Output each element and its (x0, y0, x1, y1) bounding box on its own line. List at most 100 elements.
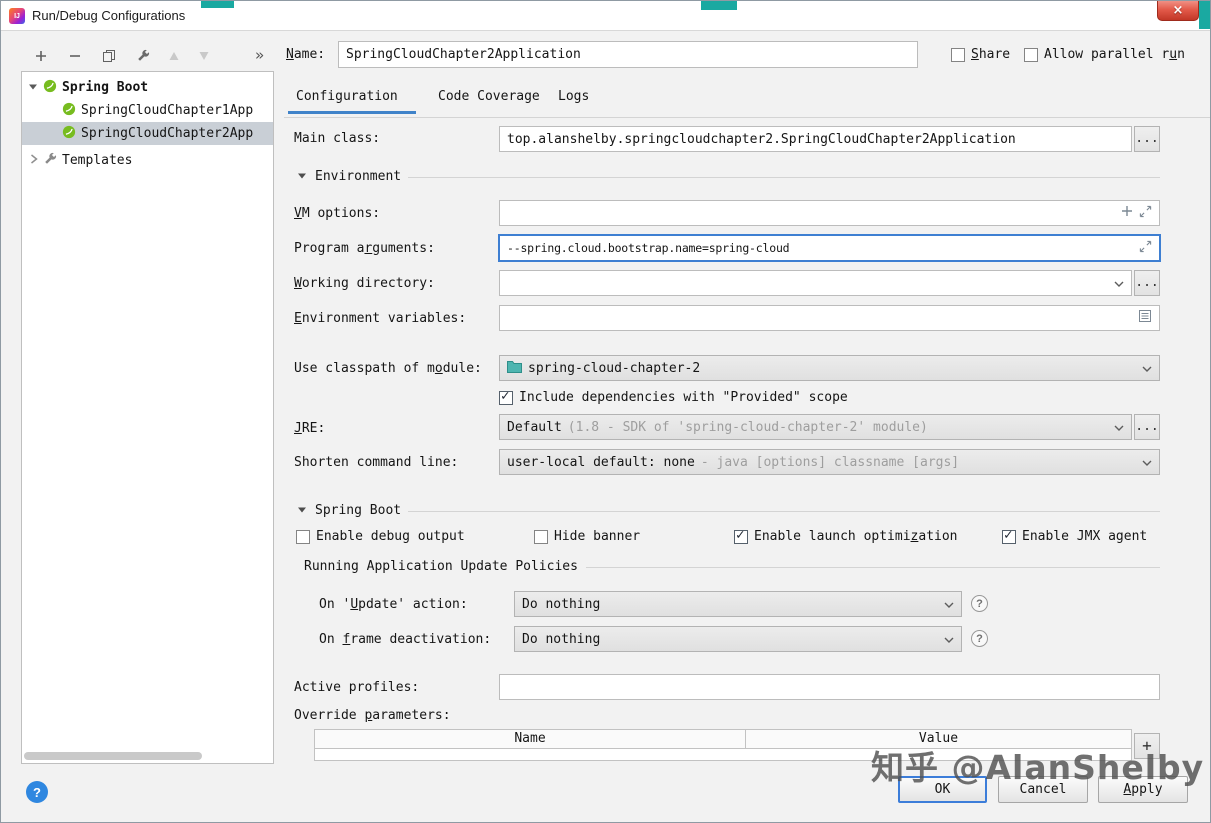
shorten-hint: - java [options] classname [args] (701, 455, 1136, 470)
environment-section-label: Environment (315, 169, 401, 184)
main-class-input[interactable]: top.alanshelby.springcloudchapter2.Sprin… (499, 126, 1132, 152)
update-policies-title: Running Application Update Policies (304, 559, 578, 575)
vm-options-input[interactable] (499, 200, 1160, 226)
active-profiles-input[interactable] (499, 674, 1160, 700)
environment-variables-input[interactable] (499, 305, 1160, 331)
add-configuration-button[interactable] (31, 46, 51, 66)
shorten-command-line-combobox[interactable]: user-local default: none - java [options… (499, 449, 1160, 475)
vm-options-label: VM options: (294, 206, 380, 222)
spring-boot-icon (62, 125, 76, 143)
program-arguments-value: --spring.cloud.bootstrap.name=spring-clo… (507, 241, 1133, 255)
spring-boot-icon (62, 102, 76, 120)
tree-item-label: Spring Boot (62, 80, 148, 95)
main-class-value: top.alanshelby.springcloudchapter2.Sprin… (507, 132, 1016, 147)
tab-logs[interactable]: Logs (558, 89, 589, 104)
working-directory-combobox[interactable] (499, 270, 1132, 296)
desktop-artifact (201, 1, 234, 8)
tree-item-label: Templates (62, 153, 132, 168)
checkbox-icon (951, 48, 965, 62)
collapse-arrow-icon[interactable] (30, 153, 38, 168)
program-arguments-input[interactable]: --spring.cloud.bootstrap.name=spring-clo… (498, 234, 1161, 262)
window-titlebar: IJ Run/Debug Configurations × (1, 1, 1211, 31)
remove-configuration-button[interactable] (65, 46, 85, 66)
checkbox-icon (534, 530, 548, 544)
close-button[interactable]: × (1157, 1, 1199, 21)
active-profiles-label: Active profiles: (294, 680, 419, 696)
chevron-down-icon[interactable] (1142, 361, 1152, 376)
allow-parallel-run-checkbox[interactable]: Allow parallel run (1024, 47, 1185, 62)
allow-parallel-run-label: Allow parallel run (1044, 47, 1185, 62)
program-arguments-label: Program arguments: (294, 241, 435, 257)
enable-jmx-agent-checkbox[interactable]: Enable JMX agent (1002, 529, 1147, 544)
checkbox-icon (1002, 530, 1016, 544)
watermark: 知乎 @AlanShelby (871, 741, 1204, 789)
enable-jmx-agent-label: Enable JMX agent (1022, 529, 1147, 544)
chevron-down-icon[interactable] (944, 597, 954, 612)
main-class-label: Main class: (294, 131, 380, 147)
jre-browse-button[interactable]: ... (1134, 414, 1160, 440)
name-input[interactable]: SpringCloudChapter2Application (338, 41, 918, 68)
config-tree: Spring Boot SpringCloudChapter1App Sprin… (21, 71, 274, 764)
main-class-browse-button[interactable]: ... (1134, 126, 1160, 152)
table-header-name[interactable]: Name (315, 730, 746, 748)
jre-value: Default (507, 420, 562, 435)
expand-arrow-icon[interactable] (28, 80, 38, 95)
desktop-artifact (701, 1, 737, 10)
tree-item-chapter2[interactable]: SpringCloudChapter2App (22, 122, 273, 145)
spring-boot-section-toggle[interactable]: Spring Boot (297, 503, 401, 518)
share-checkbox[interactable]: Share (951, 47, 1010, 62)
jre-label: JRE: (294, 421, 325, 437)
hide-banner-label: Hide banner (554, 529, 640, 544)
classpath-module-label: Use classpath of module: (294, 361, 482, 377)
enable-debug-output-checkbox[interactable]: Enable debug output (296, 529, 465, 544)
provided-scope-checkbox[interactable]: Include dependencies with "Provided" sco… (499, 390, 848, 405)
expand-icon[interactable] (1139, 205, 1152, 222)
on-update-action-select[interactable]: Do nothing (514, 591, 962, 617)
on-update-action-value: Do nothing (522, 597, 938, 612)
tree-horizontal-scrollbar[interactable] (24, 752, 202, 760)
checkbox-icon (1024, 48, 1038, 62)
tree-item-label: SpringCloudChapter2App (81, 126, 253, 141)
tab-code-coverage[interactable]: Code Coverage (438, 89, 540, 104)
share-label: Share (971, 47, 1010, 62)
enable-launch-optimization-label: Enable launch optimization (754, 529, 958, 544)
checkbox-icon (296, 530, 310, 544)
chevron-down-icon[interactable] (1142, 455, 1152, 470)
tab-configuration[interactable]: Configuration (296, 89, 398, 104)
help-button[interactable]: ? (26, 781, 48, 803)
copy-configuration-button[interactable] (99, 46, 119, 66)
move-down-button[interactable] (194, 46, 214, 66)
module-combobox[interactable]: spring-cloud-chapter-2 (499, 355, 1160, 381)
tree-item-spring-boot[interactable]: Spring Boot (22, 76, 273, 99)
browse-variables-icon[interactable] (1138, 309, 1152, 327)
jre-combobox[interactable]: Default (1.8 - SDK of 'spring-cloud-chap… (499, 414, 1132, 440)
checkbox-icon (734, 530, 748, 544)
add-icon[interactable] (1121, 205, 1133, 221)
checkbox-icon (499, 391, 513, 405)
on-frame-deactivation-select[interactable]: Do nothing (514, 626, 962, 652)
section-rule (586, 567, 1160, 568)
templates-icon (43, 152, 57, 170)
expand-icon[interactable] (1139, 240, 1152, 257)
enable-launch-optimization-checkbox[interactable]: Enable launch optimization (734, 529, 958, 544)
toolbar-overflow-button[interactable]: » (255, 46, 264, 64)
chevron-down-icon[interactable] (944, 632, 954, 647)
tree-item-templates[interactable]: Templates (22, 149, 273, 172)
shorten-value: user-local default: none (507, 455, 695, 470)
on-update-action-label: On 'Update' action: (319, 597, 468, 613)
enable-debug-output-label: Enable debug output (316, 529, 465, 544)
hide-banner-checkbox[interactable]: Hide banner (534, 529, 640, 544)
working-directory-browse-button[interactable]: ... (1134, 270, 1160, 296)
move-up-button[interactable] (164, 46, 184, 66)
on-update-help-icon[interactable]: ? (971, 595, 988, 612)
module-value: spring-cloud-chapter-2 (528, 361, 1136, 376)
name-label: Name: (286, 47, 325, 63)
name-value: SpringCloudChapter2Application (346, 47, 581, 62)
environment-section-toggle[interactable]: Environment (297, 169, 401, 184)
section-collapse-icon (297, 169, 307, 184)
edit-templates-button[interactable] (133, 46, 153, 66)
on-frame-help-icon[interactable]: ? (971, 630, 988, 647)
chevron-down-icon[interactable] (1114, 276, 1124, 291)
tree-item-chapter1[interactable]: SpringCloudChapter1App (22, 99, 273, 122)
chevron-down-icon[interactable] (1114, 420, 1124, 435)
